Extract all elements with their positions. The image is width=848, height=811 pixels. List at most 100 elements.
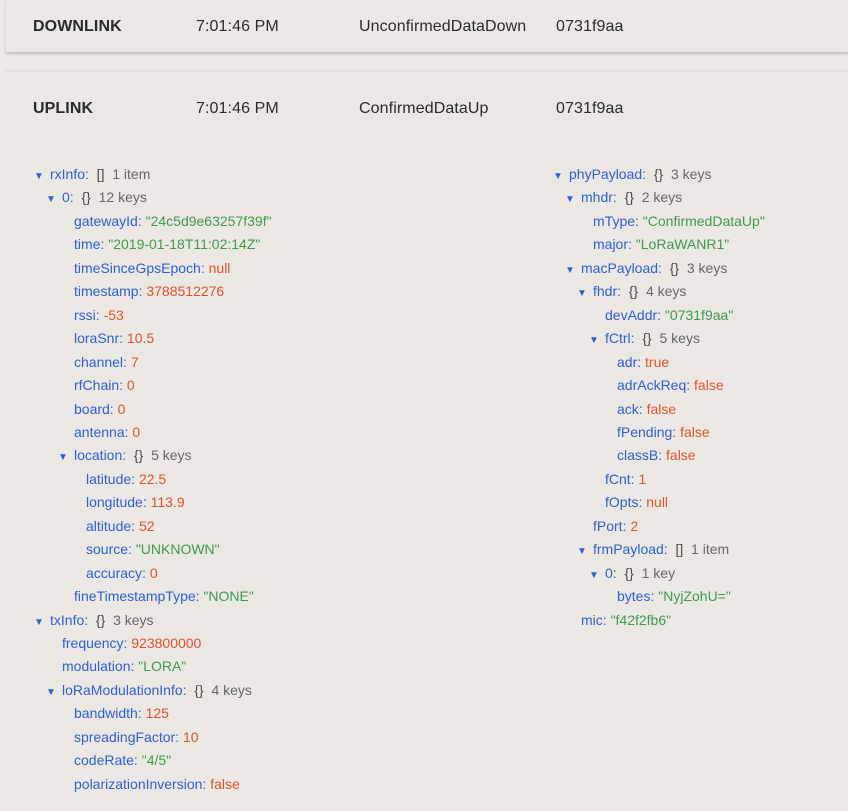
json-type-bracket: {} bbox=[77, 189, 91, 206]
collapse-arrow-icon[interactable]: ▼ bbox=[46, 190, 62, 210]
json-key: rxInfo: bbox=[50, 166, 89, 182]
json-type-bracket: {} bbox=[624, 283, 639, 300]
json-value: false bbox=[646, 400, 677, 417]
json-value: 0 bbox=[126, 377, 135, 394]
collapse-arrow-icon[interactable]: ▼ bbox=[577, 284, 593, 304]
json-tree-node[interactable]: ▼ macPayload: {} 3 keys bbox=[565, 258, 727, 278]
json-tree-leaf: channel: 7 bbox=[58, 352, 139, 372]
json-tree-leaf: accuracy: 0 bbox=[70, 563, 158, 583]
json-value: 52 bbox=[138, 517, 155, 534]
json-value: "f42f2fb6" bbox=[610, 611, 672, 628]
json-tree-leaf: fineTimestampType: "NONE" bbox=[58, 586, 254, 606]
json-tree-leaf: board: 0 bbox=[58, 399, 125, 419]
json-key: latitude: bbox=[86, 470, 136, 487]
collapse-arrow-icon[interactable]: ▼ bbox=[565, 261, 581, 281]
json-key: spreadingFactor: bbox=[74, 728, 180, 745]
json-tree-leaf: codeRate: "4/5" bbox=[58, 750, 171, 770]
collapse-arrow-icon[interactable]: ▼ bbox=[565, 190, 581, 210]
json-tree-leaf: fOpts: null bbox=[589, 492, 668, 512]
json-key: major: bbox=[593, 236, 632, 253]
json-key: rssi: bbox=[74, 306, 100, 323]
json-key: antenna: bbox=[74, 423, 129, 440]
json-key: time: bbox=[74, 236, 105, 253]
collapse-arrow-icon[interactable]: ▼ bbox=[46, 683, 62, 703]
json-tree-node[interactable]: ▼ loRaModulationInfo: {} 4 keys bbox=[46, 680, 252, 700]
json-key: loraSnr: bbox=[74, 330, 124, 347]
json-key: timeSinceGpsEpoch: bbox=[74, 259, 205, 276]
json-item-count: 3 keys bbox=[686, 259, 728, 276]
json-item-count: 1 key bbox=[641, 564, 676, 581]
json-item-count: 12 keys bbox=[98, 189, 147, 206]
json-key: fPending: bbox=[617, 423, 677, 440]
json-tree-leaf: gatewayId: "24c5d9e63257f39f" bbox=[58, 211, 272, 231]
json-type-bracket: {} bbox=[620, 564, 634, 581]
json-value: 923800000 bbox=[131, 635, 202, 651]
json-tree-node[interactable]: ▼ fhdr: {} 4 keys bbox=[577, 281, 686, 301]
json-tree-leaf: mType: "ConfirmedDataUp" bbox=[577, 211, 765, 231]
json-value: "0731f9aa" bbox=[664, 306, 734, 323]
json-type-bracket: {} bbox=[92, 611, 106, 628]
json-tree-leaf: classB: false bbox=[601, 445, 696, 465]
collapse-arrow-icon[interactable]: ▼ bbox=[577, 542, 593, 562]
json-tree-node[interactable]: ▼ phyPayload: {} 3 keys bbox=[553, 164, 711, 184]
json-tree-leaf: timestamp: 3788512276 bbox=[58, 281, 224, 301]
json-tree-node[interactable]: ▼ 0: {} 1 key bbox=[589, 563, 675, 583]
json-item-count: 4 keys bbox=[645, 283, 687, 300]
collapse-arrow-icon[interactable]: ▼ bbox=[34, 613, 50, 633]
json-tree-node[interactable]: ▼ rxInfo: [] 1 item bbox=[34, 164, 150, 184]
json-value: 2 bbox=[630, 517, 639, 534]
collapse-arrow-icon[interactable]: ▼ bbox=[589, 566, 605, 586]
json-tree-leaf: modulation: "LORA" bbox=[46, 656, 186, 676]
json-tree-leaf: antenna: 0 bbox=[58, 422, 140, 442]
json-key: altitude: bbox=[86, 517, 136, 534]
json-tree-node[interactable]: ▼ frmPayload: [] 1 item bbox=[577, 539, 729, 559]
json-key: gatewayId: bbox=[74, 212, 142, 229]
json-value: 0 bbox=[117, 400, 126, 417]
json-tree-leaf: major: "LoRaWANR1" bbox=[577, 234, 729, 254]
collapse-arrow-icon[interactable]: ▼ bbox=[553, 167, 569, 187]
json-value: "2019-01-18T11:02:14Z" bbox=[108, 236, 261, 253]
json-tree-leaf: fPending: false bbox=[601, 422, 710, 442]
json-tree-node[interactable]: ▼ fCtrl: {} 5 keys bbox=[589, 328, 700, 348]
json-key: frequency: bbox=[62, 635, 128, 651]
json-item-count: 2 keys bbox=[641, 189, 683, 206]
json-tree-leaf: rfChain: 0 bbox=[58, 375, 135, 395]
json-value: 10 bbox=[182, 728, 199, 745]
json-tree-leaf: latitude: 22.5 bbox=[70, 469, 166, 489]
json-value: "24c5d9e63257f39f" bbox=[145, 212, 272, 229]
collapse-arrow-icon[interactable]: ▼ bbox=[34, 167, 50, 187]
json-value: false bbox=[666, 447, 696, 464]
frame-type: DOWNLINK bbox=[33, 18, 122, 35]
json-value: 7 bbox=[130, 353, 139, 370]
json-tree-node[interactable]: ▼ 0: {} 12 keys bbox=[46, 187, 147, 207]
json-value: false bbox=[210, 775, 240, 792]
json-key: 0: bbox=[62, 189, 74, 206]
json-key: location: bbox=[74, 447, 127, 464]
json-tree-leaf: adrAckReq: false bbox=[601, 375, 724, 395]
json-key: loRaModulationInfo: bbox=[62, 681, 187, 698]
json-tree-node[interactable]: ▼ txInfo: {} 3 keys bbox=[34, 610, 154, 630]
json-tree-node[interactable]: ▼ location: {} 5 keys bbox=[58, 445, 192, 465]
json-type-bracket: {} bbox=[190, 681, 204, 698]
downlink-frame-row[interactable]: DOWNLINK 7:01:46 PM UnconfirmedDataDown … bbox=[6, 0, 848, 53]
json-key: fCnt: bbox=[605, 470, 635, 487]
json-tree-leaf: timeSinceGpsEpoch: null bbox=[58, 258, 230, 278]
json-value: -53 bbox=[103, 306, 124, 323]
json-key: rfChain: bbox=[74, 377, 124, 394]
json-tree-leaf: polarizationInversion: false bbox=[58, 774, 240, 794]
json-tree-leaf: source: "UNKNOWN" bbox=[70, 539, 220, 559]
json-tree-node[interactable]: ▼ mhdr: {} 2 keys bbox=[565, 187, 682, 207]
json-type-bracket: [] bbox=[92, 166, 105, 182]
collapse-arrow-icon[interactable]: ▼ bbox=[58, 448, 74, 468]
json-type-bracket: {} bbox=[665, 259, 680, 276]
json-key: classB: bbox=[617, 447, 663, 464]
json-value: "UNKNOWN" bbox=[135, 541, 220, 558]
json-item-count: 5 keys bbox=[151, 447, 192, 464]
json-value: true bbox=[645, 353, 670, 370]
json-tree-leaf: ack: false bbox=[601, 399, 676, 419]
json-item-count: 1 item bbox=[112, 166, 151, 182]
json-key: adr: bbox=[617, 353, 642, 370]
json-key: macPayload: bbox=[581, 259, 662, 276]
collapse-arrow-icon[interactable]: ▼ bbox=[589, 331, 605, 351]
json-key: source: bbox=[86, 541, 132, 558]
